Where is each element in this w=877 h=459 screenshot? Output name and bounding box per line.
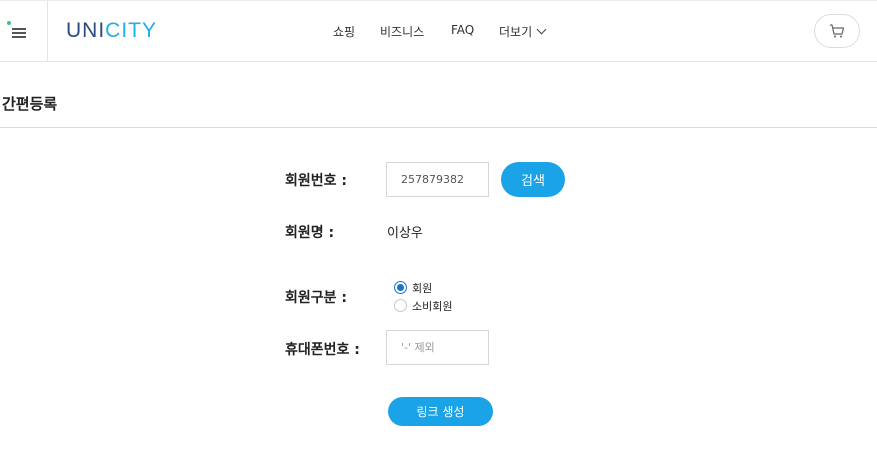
- hamburger-icon: [12, 28, 26, 38]
- phone-label: 휴대폰번호 :: [285, 342, 360, 358]
- chevron-down-icon: [536, 24, 547, 35]
- radio-member-label: 회원: [412, 282, 433, 295]
- member-number-label: 회원번호 :: [285, 173, 347, 189]
- nav-faq[interactable]: FAQ: [451, 23, 474, 37]
- member-type-option-member[interactable]: 회원: [394, 279, 432, 296]
- member-type-option-consumer[interactable]: 소비회원: [394, 297, 452, 314]
- phone-input[interactable]: [386, 330, 489, 365]
- radio-consumer-member-label: 소비회원: [412, 300, 453, 313]
- title-divider: [0, 127, 877, 128]
- member-name-label: 회원명 :: [285, 225, 335, 241]
- nav-shop[interactable]: 쇼핑: [333, 23, 355, 40]
- unicity-logo[interactable]: UNICITY: [66, 19, 157, 43]
- logo-text-city: CITY: [105, 19, 158, 42]
- menu-button[interactable]: [0, 1, 48, 62]
- notification-dot: [7, 21, 11, 25]
- radio-member[interactable]: [394, 281, 407, 294]
- page-title: 간편등록: [2, 95, 58, 113]
- logo-text-uni: UNI: [66, 19, 106, 42]
- cart-icon: [830, 24, 845, 38]
- create-link-button[interactable]: 링크 생성: [388, 397, 493, 426]
- nav-more-label: 더보기: [499, 25, 533, 39]
- member-name-value: 이상우: [387, 226, 423, 241]
- member-number-input[interactable]: [386, 162, 489, 197]
- nav-business[interactable]: 비즈니스: [380, 23, 424, 40]
- site-header: UNICITY 쇼핑 비즈니스 FAQ 더보기: [0, 0, 877, 62]
- cart-button[interactable]: [814, 14, 860, 48]
- radio-consumer-member[interactable]: [394, 299, 407, 312]
- search-button[interactable]: 검색: [501, 162, 565, 197]
- nav-more[interactable]: 더보기: [499, 23, 547, 40]
- member-type-label: 회원구분 :: [285, 290, 347, 306]
